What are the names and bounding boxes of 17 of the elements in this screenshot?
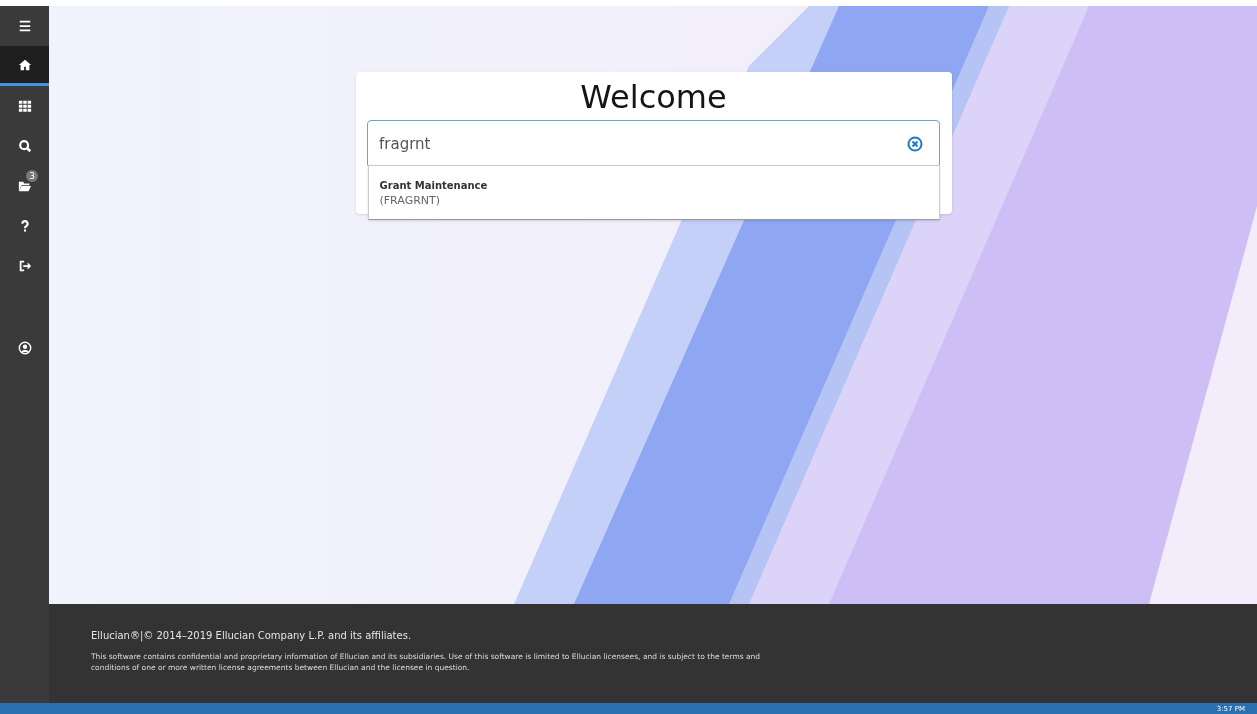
menu-icon [17, 19, 32, 33]
sidebar-button[interactable]: 3 [0, 166, 49, 206]
sign-out-icon [17, 259, 32, 273]
welcome-title: Welcome [580, 77, 727, 118]
sidebar-button[interactable] [0, 46, 49, 86]
search-icon [17, 139, 32, 153]
clear-icon[interactable] [907, 136, 923, 152]
result-code: (FRAGRNT) [379, 193, 442, 209]
result-item[interactable]: Grant Maintenance (FRAGRNT) [368, 166, 939, 219]
home-icon [17, 57, 32, 72]
folder-icon [17, 179, 32, 193]
grid-icon [17, 99, 32, 113]
search-field[interactable]: fragrnt [367, 120, 940, 168]
copyright-text: Ellucian®|© 2014–2019 Ellucian Company L.P. and its affiliates. [91, 629, 413, 643]
user-icon [17, 341, 32, 355]
count-badge: 3 [26, 170, 38, 182]
result-name: Grant Maintenance [379, 179, 489, 193]
